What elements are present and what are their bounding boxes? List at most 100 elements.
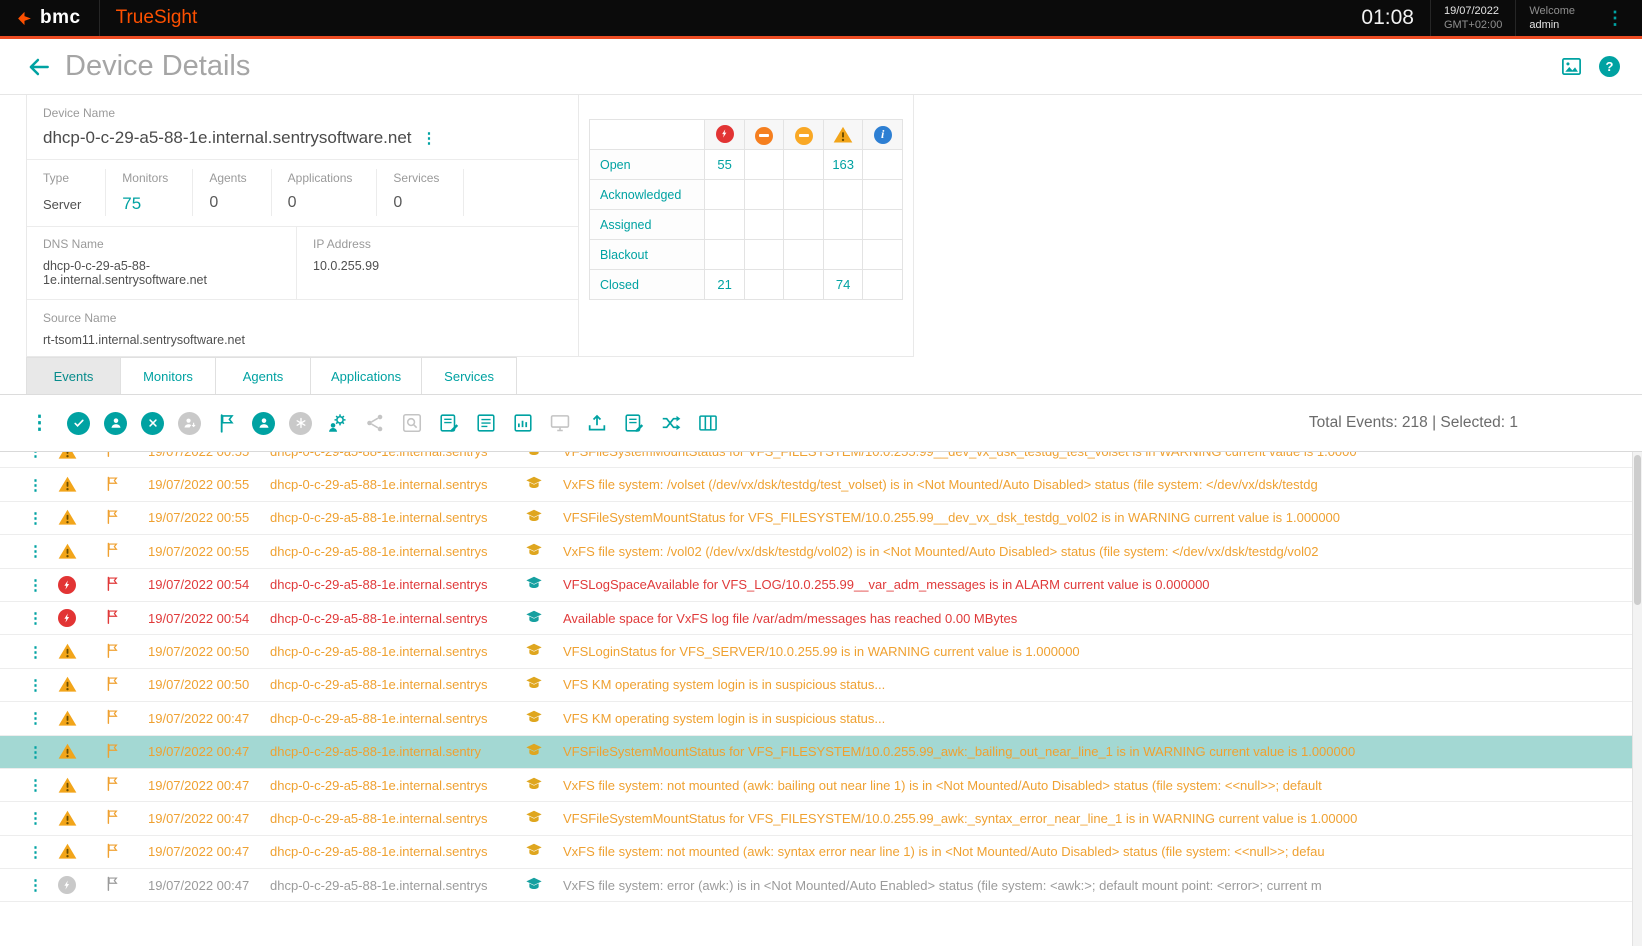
- event-device[interactable]: dhcp-0-c-29-a5-88-1e.internal.sentrys: [270, 878, 525, 893]
- event-message[interactable]: VFSFileSystemMountStatus for VFS_FILESYS…: [563, 744, 1642, 759]
- event-row[interactable]: ⋮ 19/07/2022 00:47 dhcp-0-c-29-a5-88-1e.…: [0, 769, 1642, 802]
- summary-count-warning[interactable]: 163: [823, 150, 863, 180]
- event-device[interactable]: dhcp-0-c-29-a5-88-1e.internal.sentrys: [270, 544, 525, 559]
- flag-icon[interactable]: [104, 541, 148, 561]
- event-device[interactable]: dhcp-0-c-29-a5-88-1e.internal.sentry: [270, 744, 525, 759]
- flag-icon[interactable]: [104, 742, 148, 762]
- event-row[interactable]: ⋮ 19/07/2022 00:47 dhcp-0-c-29-a5-88-1e.…: [0, 702, 1642, 735]
- event-message[interactable]: VFSLogSpaceAvailable for VFS_LOG/10.0.25…: [563, 577, 1642, 592]
- acknowledge-icon[interactable]: [67, 412, 90, 435]
- summary-count-minor[interactable]: [784, 180, 823, 210]
- event-row[interactable]: ⋮ 19/07/2022 00:47 dhcp-0-c-29-a5-88-1e.…: [0, 869, 1642, 902]
- toolbar-kebab-icon[interactable]: ⋮: [30, 412, 53, 435]
- assign-to-icon[interactable]: [252, 412, 275, 435]
- summary-count-major[interactable]: [744, 240, 783, 270]
- stat-value[interactable]: 0: [209, 194, 246, 212]
- row-menu-kebab-icon[interactable]: ⋮: [28, 709, 58, 727]
- event-row[interactable]: ⋮ 19/07/2022 00:55 dhcp-0-c-29-a5-88-1e.…: [0, 502, 1642, 535]
- event-device[interactable]: dhcp-0-c-29-a5-88-1e.internal.sentrys: [270, 677, 525, 692]
- event-message[interactable]: VFSFileSystemMountStatus for VFS_FILESYS…: [563, 452, 1642, 459]
- notes-icon[interactable]: [622, 412, 645, 435]
- view-details-icon[interactable]: [400, 412, 423, 435]
- flag-icon[interactable]: [104, 608, 148, 628]
- event-row[interactable]: ⋮ 19/07/2022 00:50 dhcp-0-c-29-a5-88-1e.…: [0, 635, 1642, 668]
- vertical-scrollbar[interactable]: [1632, 452, 1642, 946]
- summary-row-label[interactable]: Blackout: [590, 240, 705, 270]
- shuffle-icon[interactable]: [659, 412, 682, 435]
- summary-count-critical[interactable]: [705, 210, 744, 240]
- summary-count-major[interactable]: [744, 150, 783, 180]
- report-chart-icon[interactable]: [511, 412, 534, 435]
- event-message[interactable]: VxFS file system: not mounted (awk: bail…: [563, 778, 1642, 793]
- summary-count-info[interactable]: [863, 270, 903, 300]
- remote-console-icon[interactable]: [548, 412, 571, 435]
- summary-count-info[interactable]: [863, 210, 903, 240]
- columns-icon[interactable]: [696, 412, 719, 435]
- row-menu-kebab-icon[interactable]: ⋮: [28, 809, 58, 827]
- summary-row-label[interactable]: Open: [590, 150, 705, 180]
- summary-count-info[interactable]: [863, 150, 903, 180]
- tab[interactable]: Events: [26, 357, 121, 394]
- row-menu-kebab-icon[interactable]: ⋮: [28, 476, 58, 494]
- flag-icon[interactable]: [104, 775, 148, 795]
- flag-event-icon[interactable]: [215, 412, 238, 435]
- event-row[interactable]: ⋮ 19/07/2022 00:54 dhcp-0-c-29-a5-88-1e.…: [0, 602, 1642, 635]
- event-device[interactable]: dhcp-0-c-29-a5-88-1e.internal.sentrys: [270, 644, 525, 659]
- event-device[interactable]: dhcp-0-c-29-a5-88-1e.internal.sentrys: [270, 452, 525, 459]
- user-menu-kebab-icon[interactable]: ⋮: [1588, 8, 1642, 29]
- event-actions-icon[interactable]: [326, 412, 349, 435]
- event-row[interactable]: ⋮ 19/07/2022 00:47 dhcp-0-c-29-a5-88-1e.…: [0, 836, 1642, 869]
- close-event-icon[interactable]: [141, 412, 164, 435]
- flag-icon[interactable]: [104, 842, 148, 862]
- flag-icon[interactable]: [104, 575, 148, 595]
- summary-count-warning[interactable]: 74: [823, 270, 863, 300]
- tab[interactable]: Agents: [216, 357, 311, 394]
- summary-count-major[interactable]: [744, 180, 783, 210]
- event-message[interactable]: Available space for VxFS log file /var/a…: [563, 611, 1642, 626]
- summary-count-minor[interactable]: [784, 150, 823, 180]
- summary-count-info[interactable]: [863, 180, 903, 210]
- event-message[interactable]: VFS KM operating system login is in susp…: [563, 677, 1642, 692]
- assign-to-me-icon[interactable]: [104, 412, 127, 435]
- summary-count-minor[interactable]: [784, 270, 823, 300]
- event-row[interactable]: ⋮ 19/07/2022 00:55 dhcp-0-c-29-a5-88-1e.…: [0, 452, 1642, 468]
- event-message[interactable]: VFSLoginStatus for VFS_SERVER/10.0.255.9…: [563, 644, 1642, 659]
- stat-value[interactable]: 0: [288, 194, 353, 212]
- event-message[interactable]: VxFS file system: /vol02 (/dev/vx/dsk/te…: [563, 544, 1642, 559]
- row-menu-kebab-icon[interactable]: ⋮: [28, 743, 58, 761]
- tab[interactable]: Monitors: [121, 357, 216, 394]
- event-message[interactable]: VxFS file system: not mounted (awk: synt…: [563, 844, 1642, 859]
- summary-count-critical[interactable]: 55: [705, 150, 744, 180]
- flag-icon[interactable]: [104, 875, 148, 895]
- summary-count-major[interactable]: [744, 210, 783, 240]
- event-message[interactable]: VFS KM operating system login is in susp…: [563, 711, 1642, 726]
- back-button[interactable]: [26, 54, 52, 80]
- summary-count-critical[interactable]: 21: [705, 270, 744, 300]
- summary-row-label[interactable]: Assigned: [590, 210, 705, 240]
- summary-row-label[interactable]: Acknowledged: [590, 180, 705, 210]
- flag-icon[interactable]: [104, 675, 148, 695]
- stat-value[interactable]: 75: [122, 194, 168, 214]
- export-image-icon[interactable]: [1560, 55, 1583, 78]
- event-device[interactable]: dhcp-0-c-29-a5-88-1e.internal.sentrys: [270, 577, 525, 592]
- event-row[interactable]: ⋮ 19/07/2022 00:47 dhcp-0-c-29-a5-88-1e.…: [0, 802, 1642, 835]
- export-icon[interactable]: [585, 412, 608, 435]
- row-menu-kebab-icon[interactable]: ⋮: [28, 776, 58, 794]
- row-menu-kebab-icon[interactable]: ⋮: [28, 876, 58, 894]
- flag-icon[interactable]: [104, 508, 148, 528]
- event-message[interactable]: VxFS file system: error (awk:) is in <No…: [563, 878, 1642, 893]
- row-menu-kebab-icon[interactable]: ⋮: [28, 843, 58, 861]
- tab[interactable]: Applications: [311, 357, 422, 394]
- report-list-icon[interactable]: [474, 412, 497, 435]
- priority-icon[interactable]: [289, 412, 312, 435]
- deacknowledge-icon[interactable]: [178, 412, 201, 435]
- summary-count-minor[interactable]: [784, 210, 823, 240]
- device-menu-kebab-icon[interactable]: ⋮: [422, 129, 437, 147]
- event-message[interactable]: VFSFileSystemMountStatus for VFS_FILESYS…: [563, 811, 1642, 826]
- summary-count-warning[interactable]: [823, 240, 863, 270]
- event-message[interactable]: VxFS file system: /volset (/dev/vx/dsk/t…: [563, 477, 1642, 492]
- event-row[interactable]: ⋮ 19/07/2022 00:50 dhcp-0-c-29-a5-88-1e.…: [0, 669, 1642, 702]
- event-device[interactable]: dhcp-0-c-29-a5-88-1e.internal.sentrys: [270, 510, 525, 525]
- summary-row-label[interactable]: Closed: [590, 270, 705, 300]
- row-menu-kebab-icon[interactable]: ⋮: [28, 542, 58, 560]
